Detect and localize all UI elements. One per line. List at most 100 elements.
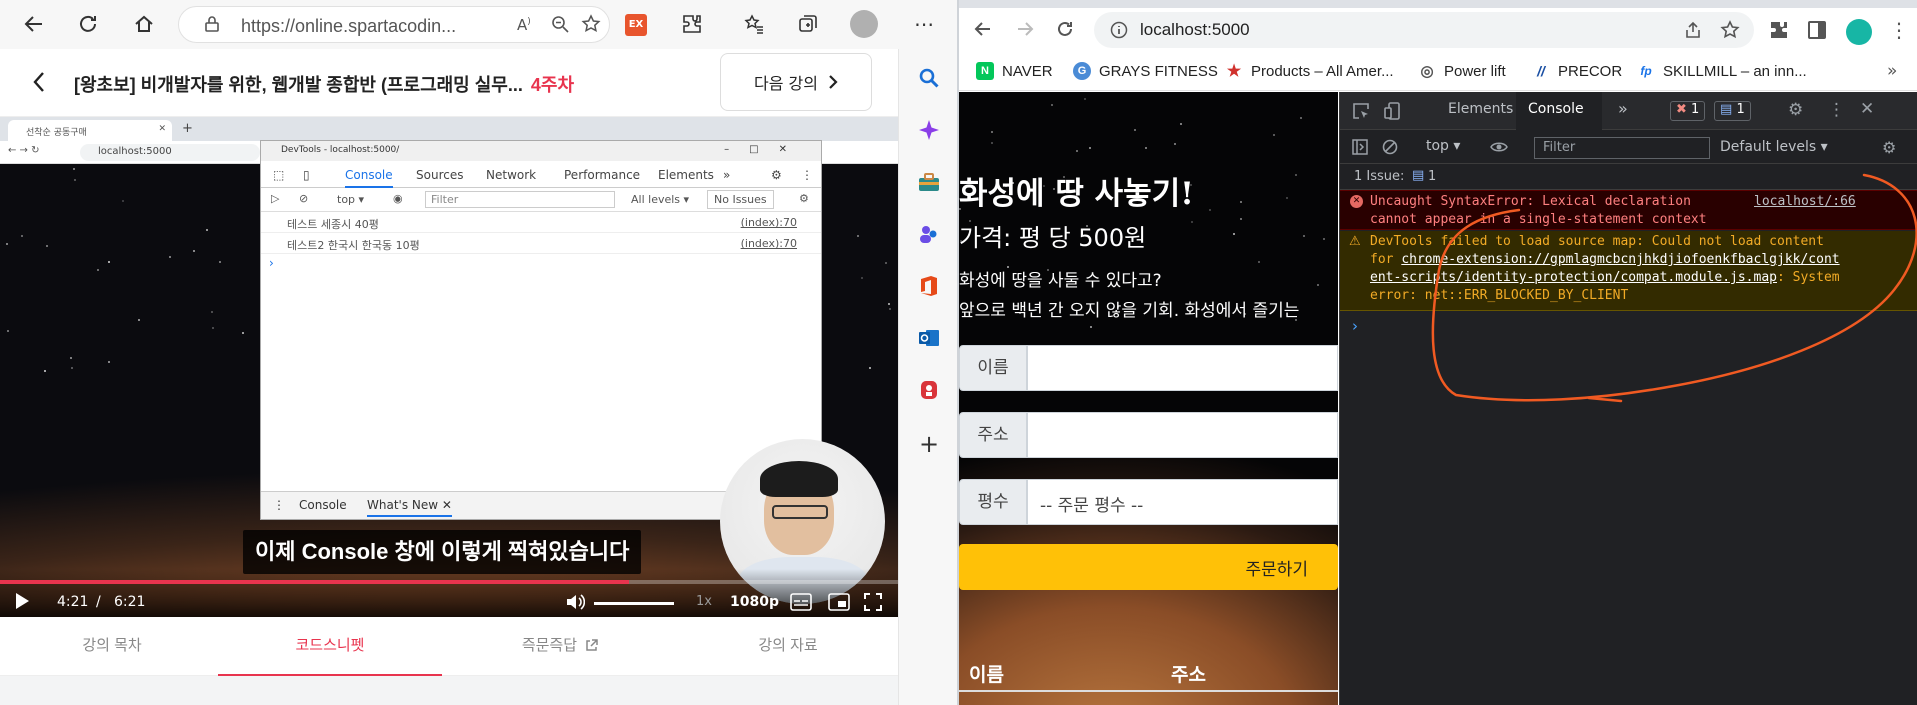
favorites-icon[interactable] xyxy=(738,8,770,40)
bookmark-power-lift[interactable]: ◎ Power lift xyxy=(1418,62,1505,81)
extensions-icon[interactable] xyxy=(676,8,708,40)
tab-console[interactable]: Console xyxy=(1528,101,1584,117)
bookmark-skillmill[interactable]: fp SKILLMILL – an inn... xyxy=(1637,62,1806,80)
mini-settings-icon: ⚙ xyxy=(799,192,809,205)
pip-icon[interactable] xyxy=(828,593,850,611)
subtitles-icon[interactable] xyxy=(790,593,812,611)
side-panel-icon[interactable] xyxy=(1807,20,1827,40)
profile-avatar[interactable] xyxy=(1846,19,1872,45)
tool-icon[interactable] xyxy=(916,377,942,403)
back-icon[interactable] xyxy=(18,8,50,40)
settings-gear-icon[interactable]: ⚙ xyxy=(1788,100,1803,120)
bookmark-naver[interactable]: N NAVER xyxy=(976,62,1053,80)
log-levels-select[interactable]: Default levels ▾ xyxy=(1720,139,1828,155)
home-icon[interactable] xyxy=(128,8,160,40)
console-settings-icon[interactable]: ⚙ xyxy=(1882,138,1896,157)
edge-window: https://online.spartacodin... A) EX ⋯ [왕… xyxy=(0,0,957,705)
fullscreen-icon[interactable] xyxy=(864,593,882,611)
volume-slider[interactable] xyxy=(594,602,674,605)
star xyxy=(206,229,208,231)
name-input[interactable] xyxy=(1027,345,1338,391)
time-current: 4:21 xyxy=(57,594,89,610)
add-icon[interactable]: + xyxy=(916,430,942,458)
people-icon[interactable] xyxy=(916,221,942,247)
toolbox-icon[interactable] xyxy=(916,169,942,195)
search-icon[interactable] xyxy=(916,65,942,91)
address-bar[interactable]: https://online.spartacodin... A) xyxy=(178,6,610,43)
naver-icon: N xyxy=(976,62,994,80)
warning-line: ent-scripts/identity-protection/compat.m… xyxy=(1370,270,1840,285)
back-icon[interactable] xyxy=(973,19,993,39)
kebab-menu-icon[interactable]: ⋮ xyxy=(1828,100,1845,120)
tab-materials[interactable]: 강의 자료 xyxy=(676,617,900,676)
live-expression-eye-icon[interactable] xyxy=(1490,139,1508,155)
mini-devtools-title: DevTools - localhost:5000/ xyxy=(281,145,400,155)
next-lecture-button[interactable]: 다음 강의 xyxy=(720,53,872,111)
clear-console-icon[interactable] xyxy=(1382,139,1398,155)
reload-icon[interactable] xyxy=(1055,19,1075,39)
order-button[interactable]: 주문하기 xyxy=(959,544,1338,590)
more-menu-icon[interactable]: ⋯ xyxy=(908,8,940,40)
course-title-text: [왕초보] 비개발자를 위한, 웹개발 종합반 (프로그래밍 실무... xyxy=(74,75,523,95)
issues-label: 1 Issue: xyxy=(1354,169,1405,184)
source-map-link-cont[interactable]: ent-scripts/identity-protection/compat.m… xyxy=(1370,270,1777,285)
address-input[interactable] xyxy=(1027,412,1338,458)
star xyxy=(97,269,99,271)
error-source-link[interactable]: localhost/:66 xyxy=(1754,194,1856,209)
address-bar[interactable]: localhost:5000 xyxy=(1094,12,1754,48)
close-devtools-icon[interactable]: ✕ xyxy=(1860,99,1874,119)
console-prompt[interactable]: › xyxy=(1352,317,1358,335)
volume-icon[interactable] xyxy=(565,593,585,611)
chrome-menu-icon[interactable]: ⋮ xyxy=(1889,18,1909,42)
progress-bar[interactable] xyxy=(0,580,898,584)
mini-drawer-kebab: ⋮ xyxy=(273,498,285,512)
favorite-add-icon[interactable] xyxy=(581,14,601,34)
site-info-icon[interactable] xyxy=(1110,21,1128,39)
star xyxy=(6,243,8,245)
sidebar-toggle-icon[interactable] xyxy=(1352,139,1368,155)
context-select[interactable]: top ▾ xyxy=(1426,138,1460,154)
url-text: https://online.spartacodin... xyxy=(241,16,457,36)
more-bookmarks[interactable]: » xyxy=(1887,61,1897,81)
course-back-icon[interactable] xyxy=(32,71,46,93)
share-icon[interactable] xyxy=(1684,21,1702,39)
message-count-badge[interactable]: ▤ 1 xyxy=(1714,101,1751,121)
tab-qna[interactable]: 즉문즉답 xyxy=(448,617,672,676)
tab-code-snippet[interactable]: 코드스니펫 xyxy=(218,617,442,676)
inspect-icon[interactable] xyxy=(1352,102,1370,120)
playback-speed[interactable]: 1x xyxy=(696,594,712,609)
tab-more[interactable]: » xyxy=(1618,99,1628,118)
console-filter-input[interactable]: Filter xyxy=(1534,137,1710,159)
source-map-link[interactable]: chrome-extension://gpmlagmcbcnjhkdjiofoe… xyxy=(1401,252,1839,267)
bookmark-star-icon[interactable] xyxy=(1720,20,1740,40)
zoom-icon[interactable] xyxy=(551,15,569,33)
video-quality[interactable]: 1080p xyxy=(730,594,779,610)
read-aloud-icon[interactable]: A) xyxy=(517,16,531,34)
profile-avatar[interactable] xyxy=(850,10,878,38)
size-select[interactable]: -- 주문 평수 -- xyxy=(1027,479,1338,525)
extensions-icon[interactable] xyxy=(1769,20,1789,40)
table-header-name: 이름 xyxy=(969,664,1004,686)
star xyxy=(1076,150,1078,152)
sparkle-icon[interactable] xyxy=(916,117,942,143)
tab-curriculum[interactable]: 강의 목차 xyxy=(0,617,224,676)
refresh-icon[interactable] xyxy=(72,8,104,40)
bookmark-products[interactable]: ★ Products – All Amer... xyxy=(1225,62,1394,81)
bookmark-precor[interactable]: // PRECOR xyxy=(1532,62,1622,80)
star xyxy=(108,261,110,263)
error-count-badge[interactable]: ✖ 1 xyxy=(1670,101,1706,121)
message-icon: ▤ xyxy=(1720,102,1733,117)
tab-elements[interactable]: Elements xyxy=(1448,101,1513,117)
outlook-icon[interactable] xyxy=(916,325,942,351)
lecture-video[interactable]: 선착순 공동구매 ✕ + ← → ↻ localhost:5000 DevTool… xyxy=(0,117,898,617)
mini-console-prompt: › xyxy=(269,256,274,270)
issues-bar[interactable]: 1 Issue: ▤ 1 xyxy=(1340,164,1917,190)
extension-ex-icon[interactable]: EX xyxy=(625,14,647,36)
forward-icon[interactable] xyxy=(1015,19,1035,39)
device-toggle-icon[interactable] xyxy=(1384,102,1402,120)
mini-gear-icon: ⚙ xyxy=(771,168,782,182)
office-icon[interactable] xyxy=(916,273,942,299)
collections-icon[interactable] xyxy=(792,8,824,40)
play-icon[interactable] xyxy=(14,592,30,610)
bookmark-grays-fitness[interactable]: G GRAYS FITNESS xyxy=(1073,62,1218,80)
